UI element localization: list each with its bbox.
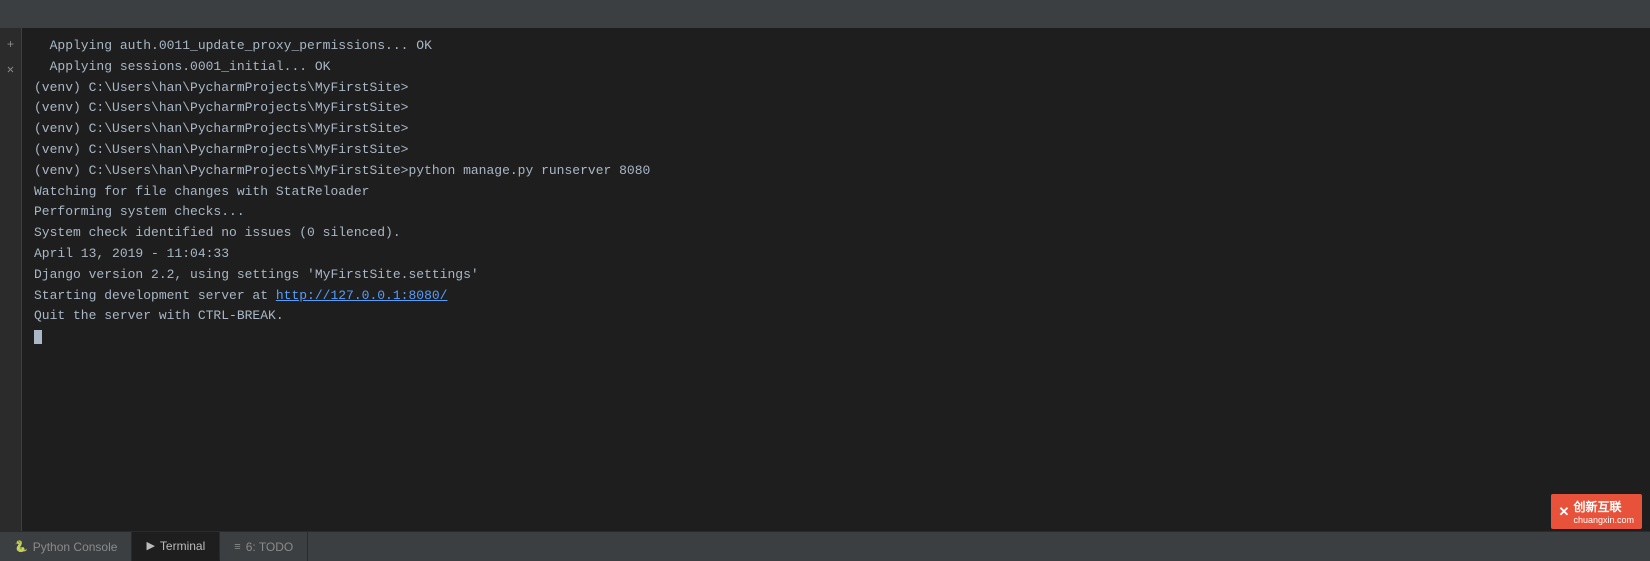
terminal-line: Django version 2.2, using settings 'MyFi…	[34, 265, 1638, 286]
watermark-text: 创新互联	[1573, 498, 1634, 515]
terminal-line: (venv) C:\Users\han\PycharmProjects\MyFi…	[34, 78, 1638, 99]
terminal-label: Terminal	[160, 539, 205, 553]
terminal-line: Applying auth.0011_update_proxy_permissi…	[34, 36, 1638, 57]
watermark-subtext: chuangxin.com	[1573, 515, 1634, 525]
tab-terminal[interactable]: ▶ Terminal	[132, 532, 220, 561]
python-console-icon: 🐍	[14, 540, 28, 553]
main-area: + ✕ Applying auth.0011_update_proxy_perm…	[0, 28, 1650, 531]
title-bar	[0, 0, 1650, 28]
terminal-line: Applying sessions.0001_initial... OK	[34, 57, 1638, 78]
terminal-line: Watching for file changes with StatReloa…	[34, 182, 1638, 203]
terminal-line: System check identified no issues (0 sil…	[34, 223, 1638, 244]
tab-todo[interactable]: ≡ 6: TODO	[220, 532, 308, 561]
tab-bar: 🐍 Python Console ▶ Terminal ≡ 6: TODO	[0, 531, 1650, 561]
watermark-content: 创新互联 chuangxin.com	[1573, 498, 1634, 525]
terminal-line: (venv) C:\Users\han\PycharmProjects\MyFi…	[34, 119, 1638, 140]
terminal-line: (venv) C:\Users\han\PycharmProjects\MyFi…	[34, 161, 1638, 182]
add-terminal-icon[interactable]: +	[2, 36, 20, 54]
terminal-line: Starting development server at http://12…	[34, 286, 1638, 307]
terminal-cursor	[34, 330, 42, 344]
terminal-line: Quit the server with CTRL-BREAK.	[34, 306, 1638, 327]
server-url-link[interactable]: http://127.0.0.1:8080/	[276, 288, 448, 303]
todo-label: 6: TODO	[246, 540, 294, 554]
terminal-line: (venv) C:\Users\han\PycharmProjects\MyFi…	[34, 98, 1638, 119]
close-terminal-icon[interactable]: ✕	[2, 60, 20, 78]
sidebar: + ✕	[0, 28, 22, 531]
terminal-line: (venv) C:\Users\han\PycharmProjects\MyFi…	[34, 140, 1638, 161]
tab-python-console[interactable]: 🐍 Python Console	[0, 532, 132, 561]
terminal-icon: ▶	[146, 539, 154, 552]
terminal-output: Applying auth.0011_update_proxy_permissi…	[22, 28, 1650, 531]
terminal-line	[34, 327, 1638, 348]
terminal-line: Performing system checks...	[34, 202, 1638, 223]
terminal-line: April 13, 2019 - 11:04:33	[34, 244, 1638, 265]
todo-icon: ≡	[234, 541, 240, 553]
watermark-logo: ✕	[1559, 504, 1570, 520]
watermark: ✕ 创新互联 chuangxin.com	[1551, 494, 1642, 529]
python-console-label: Python Console	[33, 540, 118, 554]
